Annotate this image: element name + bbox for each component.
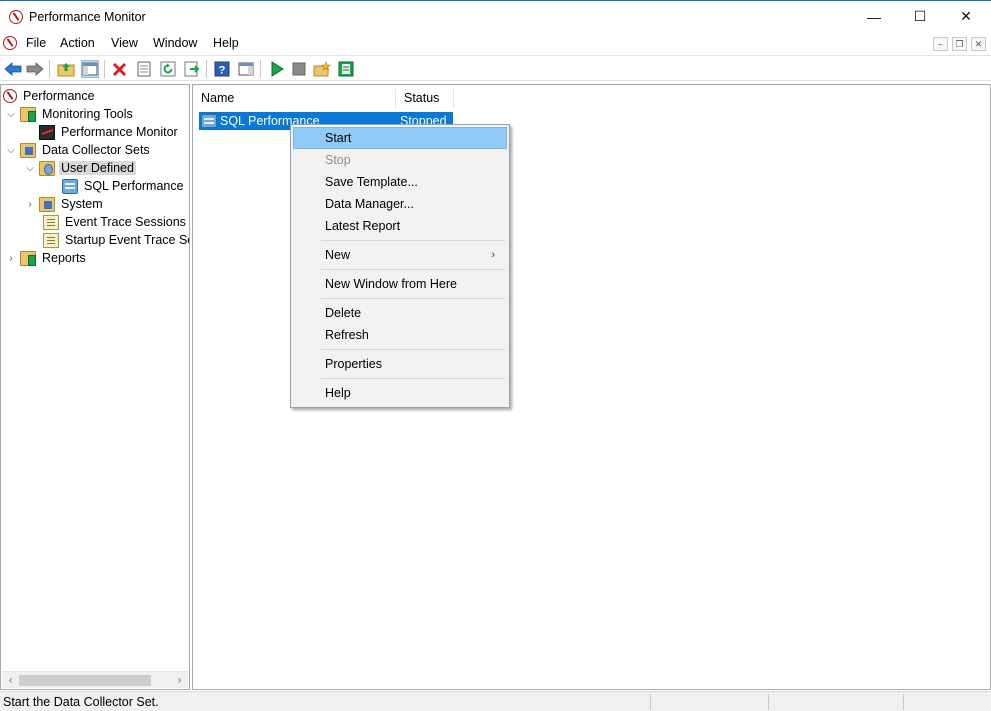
folder-reports-icon	[20, 250, 36, 266]
delete-icon[interactable]	[111, 60, 129, 78]
back-arrow-icon[interactable]	[4, 60, 22, 78]
maximize-button[interactable]: ☐	[897, 1, 943, 32]
context-menu: Start Stop Save Template... Data Manager…	[290, 124, 510, 408]
folder-chart-icon	[20, 106, 36, 122]
tree-item-startup-event-trace-sessions[interactable]: Startup Event Trace Ses	[43, 231, 190, 249]
menu-view[interactable]: View	[111, 36, 138, 50]
menu-separator	[321, 269, 505, 270]
tree-item-label: Performance	[23, 89, 95, 103]
tree-item-user-defined[interactable]: ⌵ User Defined	[24, 159, 136, 177]
stop-icon[interactable]	[290, 60, 308, 78]
export-list-icon[interactable]	[183, 60, 201, 78]
new-data-collector-set-icon[interactable]	[313, 60, 331, 78]
performance-icon	[3, 89, 17, 103]
tree-item-data-collector-sets[interactable]: ⌵ Data Collector Sets	[5, 141, 152, 159]
status-bar: Start the Data Collector Set.	[0, 691, 991, 711]
tree-item-reports[interactable]: › Reports	[5, 249, 88, 267]
chevron-right-icon[interactable]: ›	[5, 253, 17, 264]
mdi-minimize-button[interactable]: –	[933, 37, 948, 51]
column-header-name[interactable]: Name	[193, 89, 396, 109]
mdi-restore-button[interactable]: ❐	[952, 37, 967, 51]
tree-item-label: User Defined	[59, 161, 136, 175]
menu-item-refresh[interactable]: Refresh	[293, 324, 507, 346]
up-folder-icon[interactable]	[57, 60, 75, 78]
toolbar: ?	[0, 55, 991, 81]
monitor-icon	[39, 124, 55, 140]
status-divider	[768, 694, 769, 710]
mdi-system-menu-icon[interactable]	[3, 36, 17, 50]
scrollbar-thumb[interactable]	[19, 675, 151, 686]
menu-separator	[321, 240, 505, 241]
tree-item-label: SQL Performance	[84, 179, 184, 193]
forward-arrow-icon[interactable]	[26, 60, 44, 78]
minimize-button[interactable]: —	[851, 1, 897, 32]
console-tree-pane[interactable]: Performance ⌵ Monitoring Tools Performan…	[0, 84, 190, 690]
tree-item-performance[interactable]: Performance	[3, 87, 97, 105]
scroll-right-arrow-icon[interactable]: ›	[171, 672, 188, 689]
menu-item-stop: Stop	[325, 153, 351, 167]
menu-separator	[321, 298, 505, 299]
menu-item-help[interactable]: Help	[293, 382, 507, 404]
tree-item-label: Performance Monitor	[61, 125, 178, 139]
status-divider	[903, 694, 904, 710]
folder-user-icon	[39, 160, 55, 176]
menu-item-properties[interactable]: Properties	[293, 353, 507, 375]
close-button[interactable]: ✕	[943, 1, 989, 32]
menu-bar: File Action View Window Help – ❐ ✕	[0, 32, 991, 54]
tree-item-label: Startup Event Trace Ses	[65, 233, 190, 247]
tree-item-event-trace-sessions[interactable]: Event Trace Sessions	[43, 213, 188, 231]
show-action-pane-icon[interactable]	[237, 60, 255, 78]
document-icon	[43, 214, 59, 230]
tree-item-performance-monitor[interactable]: Performance Monitor	[39, 123, 180, 141]
start-play-icon[interactable]	[268, 60, 286, 78]
menu-item-new[interactable]: New ›	[293, 244, 507, 266]
chevron-down-icon[interactable]: ⌵	[24, 163, 36, 174]
tree-item-sql-performance[interactable]: SQL Performance	[62, 177, 186, 195]
latest-report-icon[interactable]	[337, 60, 355, 78]
column-header-status[interactable]: Status	[396, 89, 454, 109]
chevron-down-icon[interactable]: ⌵	[5, 145, 17, 156]
window-title: Performance Monitor	[29, 10, 146, 24]
tree-item-label: Monitoring Tools	[42, 107, 133, 121]
mdi-close-button[interactable]: ✕	[971, 37, 986, 51]
svg-text:?: ?	[219, 65, 226, 77]
status-text: Start the Data Collector Set.	[3, 695, 159, 709]
tree-item-label: Reports	[42, 251, 86, 265]
tree-item-label: Event Trace Sessions	[65, 215, 186, 229]
performance-monitor-app-icon[interactable]	[9, 10, 23, 24]
tree-item-system[interactable]: › System	[24, 195, 105, 213]
tree-item-monitoring-tools[interactable]: ⌵ Monitoring Tools	[5, 105, 135, 123]
menu-item-new-window-from-here[interactable]: New Window from Here	[293, 273, 507, 295]
menu-item-new-label: New	[325, 248, 351, 262]
folder-system-icon	[39, 196, 55, 212]
menu-window[interactable]: Window	[153, 36, 197, 50]
title-bar[interactable]: Performance Monitor — ☐ ✕	[0, 0, 991, 32]
menu-help[interactable]: Help	[213, 36, 239, 50]
menu-item-latest-report[interactable]: Latest Report	[293, 215, 507, 237]
menu-item-save-template[interactable]: Save Template...	[293, 171, 507, 193]
data-collector-set-icon	[62, 178, 78, 194]
chevron-right-icon[interactable]: ›	[24, 199, 36, 210]
data-collector-set-icon	[201, 114, 217, 128]
scroll-left-arrow-icon[interactable]: ‹	[2, 672, 19, 689]
show-hide-console-tree-icon[interactable]	[81, 60, 99, 78]
menu-file[interactable]: File	[26, 36, 46, 50]
menu-item-start[interactable]: Start	[293, 127, 507, 149]
menu-separator	[321, 378, 505, 379]
tree-item-label: System	[61, 197, 103, 211]
help-icon[interactable]: ?	[213, 60, 231, 78]
menu-action[interactable]: Action	[60, 36, 95, 50]
horizontal-scrollbar[interactable]: ‹ ›	[2, 671, 188, 688]
refresh-icon[interactable]	[159, 60, 177, 78]
chevron-down-icon[interactable]: ⌵	[5, 109, 17, 120]
menu-separator	[321, 349, 505, 350]
status-divider	[650, 694, 651, 710]
submenu-arrow-icon: ›	[491, 249, 495, 261]
menu-item-data-manager[interactable]: Data Manager...	[293, 193, 507, 215]
folder-data-icon	[20, 142, 36, 158]
tree-item-label: Data Collector Sets	[42, 143, 150, 157]
document-icon	[43, 232, 59, 248]
properties-icon[interactable]	[135, 60, 153, 78]
menu-item-delete[interactable]: Delete	[293, 302, 507, 324]
